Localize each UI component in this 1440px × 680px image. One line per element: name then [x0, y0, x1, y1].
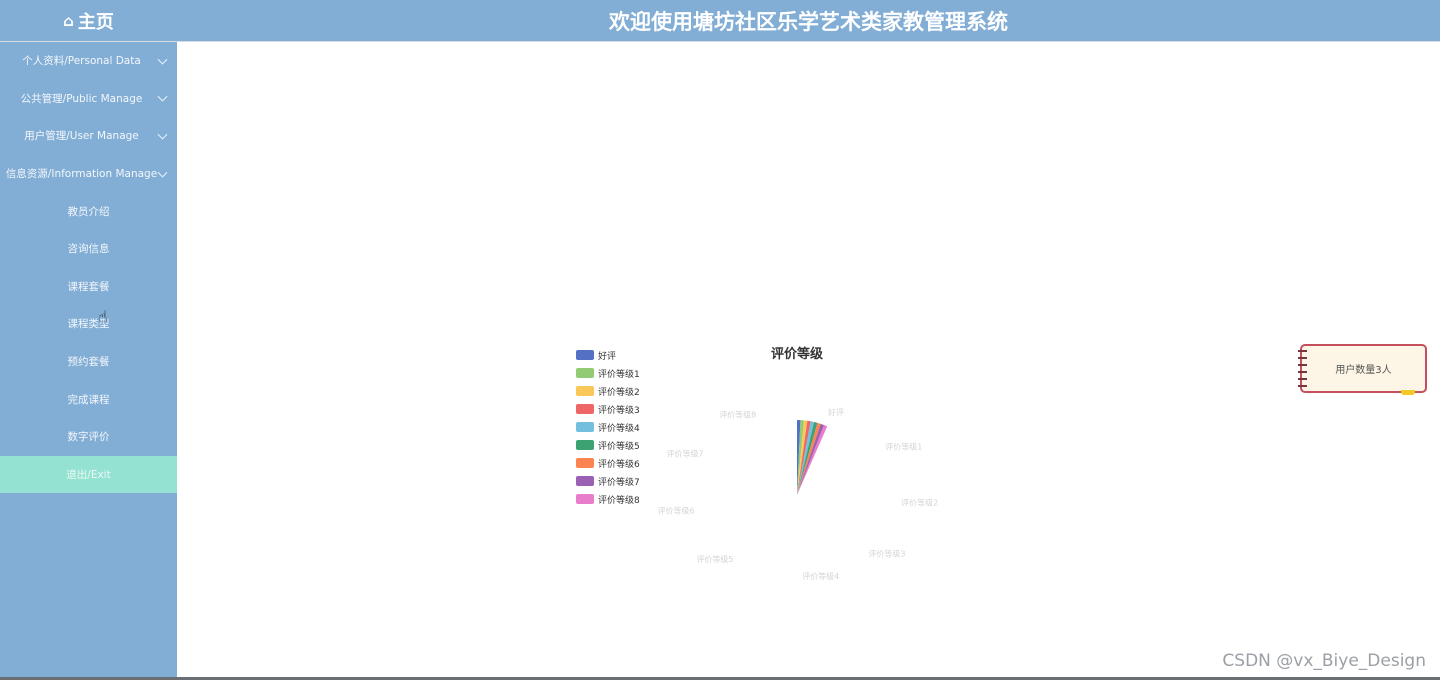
- pie-chart: 评价等级 好评评价等级1 评价等级2 评价等级3 评价等级4 评价等级5 评价等级6 评价等…: [658, 346, 939, 581]
- rating-chart: 评价等级 好评评价等级1 评价等级2 评价等级3 评价等级4 评价等级5 评价等级6 评价等…: [560, 335, 960, 595]
- top-bar: ⌂ 主页 欢迎使用塘坊社区乐学艺术类家教管理系统: [0, 0, 1440, 42]
- binding-ring: [1298, 350, 1307, 352]
- page-title: 欢迎使用塘坊社区乐学艺术类家教管理系统: [609, 10, 1008, 34]
- binding-ring: [1298, 378, 1307, 380]
- sidebar-item-label: 咨询信息: [67, 243, 110, 256]
- sidebar-item-public-manage[interactable]: 公共管理/Public Manage: [0, 80, 177, 118]
- sidebar-item-label: 预约套餐: [67, 356, 110, 369]
- sidebar: 个人资料/Personal Data 公共管理/Public Manage 用户…: [0, 42, 177, 680]
- pie-label: 评价等级3: [868, 549, 905, 559]
- note-tab: [1401, 390, 1415, 395]
- pie-label: 好评: [828, 407, 844, 417]
- binding-ring: [1298, 364, 1307, 366]
- pie-label: 评价等级6: [658, 506, 695, 516]
- pie-label: 评价等级1: [885, 441, 922, 451]
- pie-label: 评价等级7: [667, 449, 704, 459]
- sidebar-item-label: 教员介绍: [67, 205, 110, 218]
- sidebar-item-course-type[interactable]: 课程类型: [0, 305, 177, 343]
- sidebar-item-consultation[interactable]: 咨询信息: [0, 230, 177, 268]
- binding-ring: [1298, 371, 1307, 373]
- home-icon: ⌂: [63, 12, 74, 30]
- chevron-down-icon: [157, 167, 168, 178]
- pie-label: 评价等级2: [901, 498, 938, 508]
- pie-label: 评价等级4: [802, 571, 839, 581]
- binding-ring: [1298, 385, 1307, 387]
- hand-pointer-icon: ☝: [98, 307, 108, 326]
- sidebar-item-completed-courses[interactable]: 完成课程: [0, 380, 177, 418]
- pie-label: 评价等级8: [719, 410, 756, 420]
- sidebar-item-information-manage[interactable]: 信息资源/Information Manage: [0, 155, 177, 193]
- sidebar-item-label: 完成课程: [67, 393, 110, 406]
- sidebar-item-course-package[interactable]: 课程套餐: [0, 268, 177, 306]
- user-count-card: 用户数量3人: [1298, 344, 1427, 395]
- chart-title: 评价等级: [771, 346, 824, 362]
- chevron-down-icon: [157, 129, 168, 140]
- pie-label: 评价等级5: [696, 554, 733, 564]
- sidebar-item-label: 信息资源/Information Manage: [5, 168, 158, 181]
- sidebar-item-label: 退出/Exit: [66, 468, 111, 481]
- sidebar-item-booking-package[interactable]: 预约套餐: [0, 343, 177, 381]
- home-label: 主页: [77, 12, 114, 33]
- sidebar-item-digital-evaluation[interactable]: 数字评价: [0, 418, 177, 456]
- chevron-down-icon: [157, 54, 168, 65]
- sidebar-item-label: 公共管理/Public Manage: [20, 92, 143, 105]
- sidebar-item-user-manage[interactable]: 用户管理/User Manage: [0, 117, 177, 155]
- chevron-down-icon: [157, 92, 168, 102]
- sidebar-item-label: 用户管理/User Manage: [24, 130, 139, 143]
- sidebar-item-personal-data[interactable]: 个人资料/Personal Data: [0, 42, 177, 80]
- user-count-text: 用户数量3人: [1335, 365, 1392, 376]
- watermark: CSDN @vx_Biye_Design: [1222, 651, 1426, 671]
- sidebar-item-teacher-intro[interactable]: 教员介绍: [0, 192, 177, 230]
- binding-ring: [1298, 357, 1307, 359]
- pie-slices: [797, 420, 828, 495]
- sidebar-item-label: 课程套餐: [67, 280, 110, 293]
- sidebar-item-label: 数字评价: [67, 431, 110, 444]
- home-link[interactable]: ⌂ 主页: [0, 0, 177, 42]
- sidebar-item-label: 个人资料/Personal Data: [22, 55, 141, 68]
- sidebar-item-exit[interactable]: 退出/Exit: [0, 455, 177, 494]
